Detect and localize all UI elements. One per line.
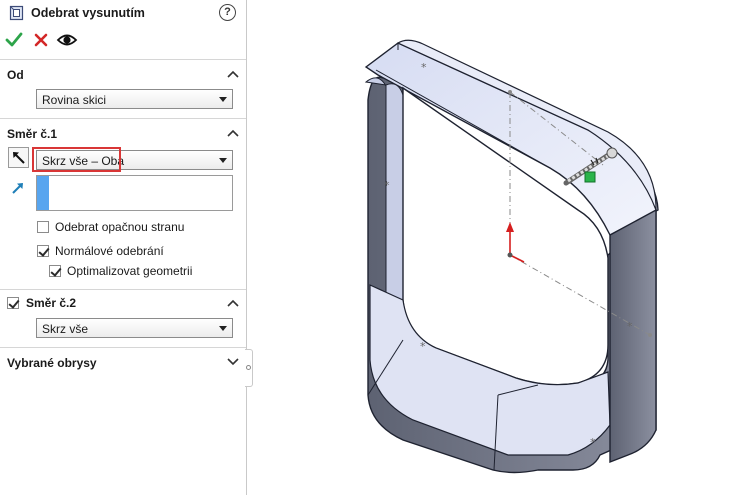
sketch-point-icon: * [420,340,426,353]
optimize-geometry-checkbox[interactable] [49,265,61,277]
dropdown-arrow-icon [219,97,227,102]
dropdown-arrow-icon [219,158,227,163]
divider [0,289,246,290]
divider [0,118,246,119]
reverse-direction-icon [13,152,25,164]
direction2-end-condition-select[interactable]: Skrz vše [36,318,233,338]
normal-cut-checkbox[interactable] [37,245,49,257]
chevron-up-icon[interactable] [227,299,239,307]
axis-endpoint [648,333,652,337]
axis-endpoint [508,90,512,94]
chevron-up-icon[interactable] [227,129,239,137]
direction2-checkbox[interactable] [7,297,19,309]
group-title-direction1: Směr č.1 [7,127,58,141]
graphics-viewport[interactable]: * * * * * [248,0,750,495]
from-select-value: Rovina skici [42,93,107,107]
divider [0,347,246,348]
cut-extrude-feature-icon [9,5,24,21]
sketch-point-icon: * [384,179,390,192]
property-manager-panel: Odebrat vysunutím ? Od Rovina skici Směr… [0,0,247,495]
divider [0,59,246,60]
highlight-frame [32,147,121,172]
optimize-geometry-label: Optimalizovat geometrii [67,264,193,278]
flip-side-checkbox[interactable] [37,221,49,233]
normal-cut-label: Normálové odebrání [55,244,164,258]
help-icon[interactable]: ? [219,4,236,21]
eye-icon[interactable] [56,30,78,50]
panel-title: Odebrat vysunutím [31,6,145,20]
cancel-x-icon[interactable] [31,30,51,50]
sketch-point-icon: * [421,61,427,74]
sketch-point-icon: * [590,436,596,449]
group-title-direction2: Směr č.2 [26,296,77,310]
selection-focus-bar [37,176,49,210]
direction2-end-condition-value: Skrz vše [42,322,89,336]
from-select[interactable]: Rovina skici [36,89,233,109]
reverse-direction-button[interactable] [8,147,29,168]
action-buttons [0,28,246,54]
group-title-selected-contours: Vybrané obrysy [7,356,97,370]
group-title-from: Od [7,68,24,82]
dropdown-arrow-icon [219,326,227,331]
chevron-down-icon[interactable] [227,358,239,366]
ok-check-icon[interactable] [4,30,24,50]
chevron-up-icon[interactable] [227,70,239,78]
flip-side-label: Odebrat opačnou stranu [55,220,185,234]
sketch-point-icon: * [627,320,633,333]
panel-header: Odebrat vysunutím ? [0,0,246,28]
direction-vector-selection-box[interactable] [36,175,233,211]
direction-vector-icon[interactable] [10,180,26,196]
model-view[interactable]: * * * * * [248,0,750,495]
